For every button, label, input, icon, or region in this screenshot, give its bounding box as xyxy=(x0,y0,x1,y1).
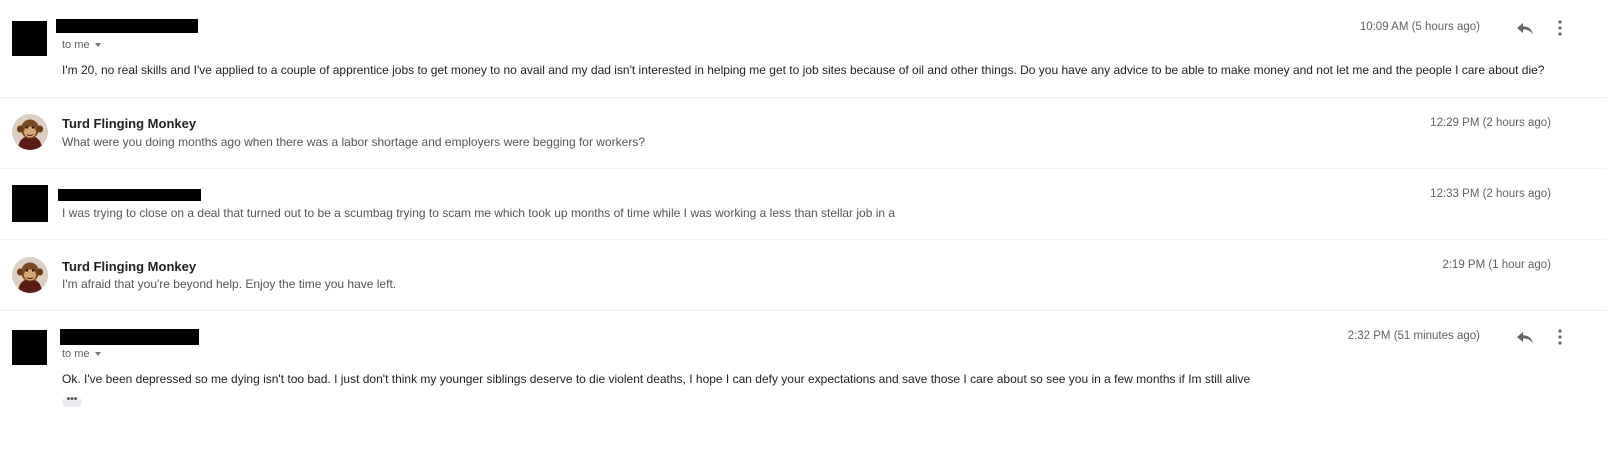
divider xyxy=(0,239,1607,240)
recipient-details[interactable]: to me xyxy=(62,348,101,360)
sender-name: Turd Flinging Monkey xyxy=(62,116,197,131)
show-trimmed-content-button[interactable]: ••• xyxy=(62,395,82,407)
monkey-avatar-icon[interactable] xyxy=(12,257,48,293)
message-timestamp: 2:19 PM (1 hour ago) xyxy=(1442,259,1551,271)
message-body: Ok. I've been depressed so me dying isn'… xyxy=(62,372,1251,386)
reply-icon[interactable] xyxy=(1515,328,1535,346)
chevron-down-icon[interactable] xyxy=(94,43,101,48)
sender-name: Turd Flinging Monkey xyxy=(62,259,197,274)
sender-avatar[interactable] xyxy=(12,185,48,222)
message-body: I'm 20, no real skills and I've applied … xyxy=(62,63,1545,77)
more-vert-icon[interactable] xyxy=(1557,19,1563,37)
message-timestamp: 12:33 PM (2 hours ago) xyxy=(1430,188,1551,200)
reply-icon[interactable] xyxy=(1515,19,1535,37)
recipient-details[interactable]: to me xyxy=(62,39,101,51)
message-timestamp: 12:29 PM (2 hours ago) xyxy=(1430,117,1551,129)
monkey-avatar-icon[interactable] xyxy=(12,114,48,150)
divider xyxy=(0,310,1607,311)
message-snippet: I'm afraid that you're beyond help. Enjo… xyxy=(62,277,397,291)
redacted-sender-name xyxy=(60,329,199,345)
message-timestamp: 10:09 AM (5 hours ago) xyxy=(1359,21,1480,33)
more-vert-icon[interactable] xyxy=(1557,328,1563,346)
message-snippet: What were you doing months ago when ther… xyxy=(62,135,645,149)
redacted-sender-name xyxy=(56,19,198,33)
message-timestamp: 2:32 PM (51 minutes ago) xyxy=(1347,330,1480,342)
redacted-sender-name xyxy=(58,189,201,201)
message-snippet: I was trying to close on a deal that tur… xyxy=(62,206,896,220)
sender-avatar[interactable] xyxy=(12,330,47,365)
sender-avatar[interactable] xyxy=(12,21,47,56)
chevron-down-icon[interactable] xyxy=(94,352,101,357)
divider xyxy=(0,97,1607,98)
divider xyxy=(0,168,1607,169)
